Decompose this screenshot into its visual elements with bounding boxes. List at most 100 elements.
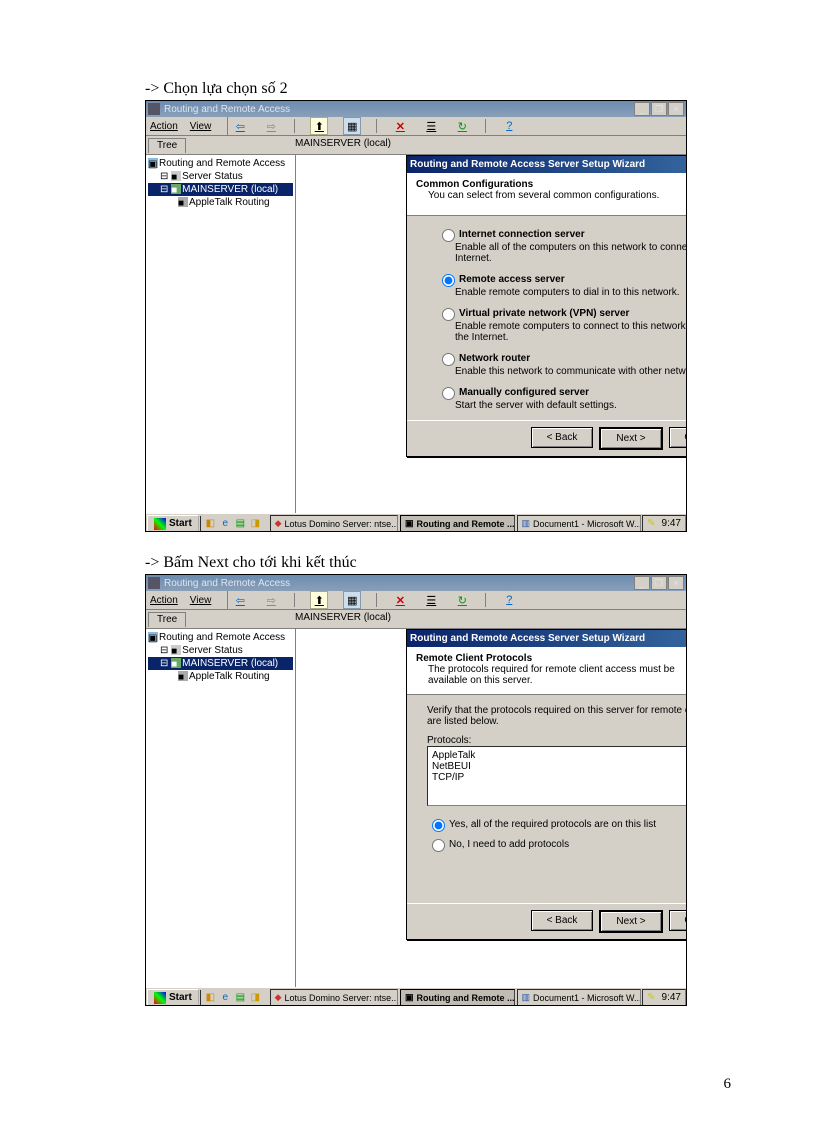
- back-button[interactable]: < Back: [531, 427, 593, 448]
- help-icon[interactable]: ?: [501, 592, 517, 608]
- minimize-button[interactable]: _: [634, 102, 650, 116]
- server-icon: ■: [171, 184, 181, 194]
- menu-view[interactable]: View: [190, 595, 212, 606]
- ql-icon-3[interactable]: ▤: [234, 991, 247, 1004]
- system-tray: ✎ 9:47: [642, 515, 686, 533]
- forward-icon[interactable]: ⇨: [263, 592, 279, 608]
- show-icon[interactable]: ▦: [343, 117, 361, 135]
- tree-appletalk[interactable]: AppleTalk Routing: [189, 197, 270, 208]
- task-button-3[interactable]: ▥Document1 - Microsoft W...: [517, 989, 642, 1007]
- verify-text: Verify that the protocols required on th…: [427, 705, 687, 727]
- task-button-1[interactable]: ◆Lotus Domino Server: ntse...: [270, 989, 398, 1007]
- ql-icon-4[interactable]: ◨: [249, 517, 262, 530]
- system-tray: ✎ 9:47: [642, 989, 686, 1007]
- tree-tab[interactable]: Tree: [148, 612, 186, 627]
- up-icon[interactable]: ⬆: [310, 117, 328, 135]
- content-pane: ure and Enable rver, see online Routing …: [296, 629, 686, 987]
- ql-icon-1[interactable]: ◧: [204, 991, 217, 1004]
- quick-launch: ◧ e ▤ ◨: [200, 516, 265, 532]
- close-button[interactable]: ×: [668, 576, 684, 590]
- task-button-3[interactable]: ▥Document1 - Microsoft W...: [517, 515, 642, 533]
- content-pane: ure and Enable rver, see online Routing …: [296, 155, 686, 513]
- task-button-1[interactable]: ◆Lotus Domino Server: ntse...: [270, 515, 398, 533]
- protocols-listbox[interactable]: AppleTalk NetBEUI TCP/IP: [427, 746, 687, 806]
- menu-action[interactable]: Action: [150, 121, 178, 132]
- taskbar: Start ◧ e ▤ ◨ ◆Lotus Domino Server: ntse…: [146, 987, 686, 1006]
- next-button[interactable]: Next >: [599, 910, 663, 933]
- screenshot-1: Routing and Remote Access _ ❐ × Action V…: [145, 100, 687, 532]
- opt-internet[interactable]: Internet connection server: [437, 229, 585, 240]
- opt-vpn[interactable]: Virtual private network (VPN) server: [437, 308, 629, 319]
- tree-server-status[interactable]: Server Status: [182, 645, 243, 656]
- start-button[interactable]: Start: [147, 989, 199, 1007]
- start-button[interactable]: Start: [147, 515, 199, 533]
- back-icon[interactable]: ⇦: [232, 118, 248, 134]
- cancel-button[interactable]: Cancel: [669, 427, 687, 448]
- close-button[interactable]: ×: [668, 102, 684, 116]
- refresh-icon[interactable]: ↻: [454, 118, 470, 134]
- status-icon: ■: [171, 171, 181, 181]
- ql-icon-4[interactable]: ◨: [249, 991, 262, 1004]
- minimize-button[interactable]: _: [634, 576, 650, 590]
- properties-icon[interactable]: ☰: [423, 592, 439, 608]
- tree-mainserver[interactable]: MAINSERVER (local): [182, 184, 278, 195]
- maximize-button[interactable]: ❐: [651, 102, 667, 116]
- opt-manual[interactable]: Manually configured server: [437, 387, 589, 398]
- app-icon: [148, 577, 160, 589]
- opt-router[interactable]: Network router: [437, 353, 530, 364]
- forward-icon[interactable]: ⇨: [263, 118, 279, 134]
- up-icon[interactable]: ⬆: [310, 591, 328, 609]
- tree-appletalk[interactable]: AppleTalk Routing: [189, 671, 270, 682]
- protocol-item[interactable]: AppleTalk: [432, 750, 687, 761]
- back-icon[interactable]: ⇦: [232, 592, 248, 608]
- show-icon[interactable]: ▦: [343, 591, 361, 609]
- app-titlebar: Routing and Remote Access _ ❐ ×: [146, 101, 686, 117]
- ql-icon-2[interactable]: e: [219, 517, 232, 530]
- delete-icon[interactable]: ✕: [392, 592, 408, 608]
- wizard-body: Verify that the protocols required on th…: [407, 695, 687, 903]
- content-header: MAINSERVER (local): [291, 610, 686, 628]
- windows-logo-icon: [154, 992, 166, 1004]
- tree-tab[interactable]: Tree: [148, 138, 186, 153]
- task-button-2[interactable]: ▣Routing and Remote ...: [400, 989, 515, 1007]
- app-titlebar-2: Routing and Remote Access _ ❐ ×: [146, 575, 686, 591]
- caption-1: -> Chọn lựa chọn số 2: [145, 80, 731, 98]
- tree-mainserver[interactable]: MAINSERVER (local): [182, 658, 278, 669]
- next-button[interactable]: Next >: [599, 427, 663, 450]
- protocol-item[interactable]: NetBEUI: [432, 761, 687, 772]
- wizard-title-text: Routing and Remote Access Server Setup W…: [410, 159, 645, 170]
- app-icon: [148, 103, 160, 115]
- ql-icon-1[interactable]: ◧: [204, 517, 217, 530]
- tree-pane: ▣Routing and Remote Access ⊟ ■Server Sta…: [146, 629, 296, 987]
- task-button-2[interactable]: ▣Routing and Remote ...: [400, 515, 515, 533]
- tree-root[interactable]: Routing and Remote Access: [159, 158, 285, 169]
- tabbar: Tree MAINSERVER (local): [146, 610, 686, 629]
- tree-root[interactable]: Routing and Remote Access: [159, 632, 285, 643]
- app-title: Routing and Remote Access: [164, 104, 290, 115]
- tray-icon[interactable]: ✎: [647, 992, 655, 1003]
- help-icon[interactable]: ?: [501, 118, 517, 134]
- menu-action[interactable]: Action: [150, 595, 178, 606]
- toolbar: ⇦ ⇨ ⬆ ▦ ✕ ☰ ↻ ?: [227, 117, 533, 135]
- content-header: MAINSERVER (local): [291, 136, 686, 154]
- ql-icon-3[interactable]: ▤: [234, 517, 247, 530]
- properties-icon[interactable]: ☰: [423, 118, 439, 134]
- tray-icon[interactable]: ✎: [647, 518, 655, 529]
- page-number: 6: [145, 1076, 731, 1093]
- back-button[interactable]: < Back: [531, 910, 593, 931]
- menu-view[interactable]: View: [190, 121, 212, 132]
- cancel-button[interactable]: Cancel: [669, 910, 687, 931]
- app-title: Routing and Remote Access: [164, 578, 290, 589]
- quick-launch: ◧ e ▤ ◨: [200, 990, 265, 1006]
- tree-server-status[interactable]: Server Status: [182, 171, 243, 182]
- wizard-titlebar: Routing and Remote Access Server Setup W…: [407, 156, 687, 173]
- wizard-footer: < Back Next > Cancel: [407, 420, 687, 456]
- opt-yes[interactable]: Yes, all of the required protocols are o…: [427, 819, 656, 830]
- maximize-button[interactable]: ❐: [651, 576, 667, 590]
- protocol-item[interactable]: TCP/IP: [432, 772, 687, 783]
- ql-icon-2[interactable]: e: [219, 991, 232, 1004]
- opt-no[interactable]: No, I need to add protocols: [427, 839, 569, 850]
- refresh-icon[interactable]: ↻: [454, 592, 470, 608]
- opt-remote-access[interactable]: Remote access server: [437, 274, 565, 285]
- delete-icon[interactable]: ✕: [392, 118, 408, 134]
